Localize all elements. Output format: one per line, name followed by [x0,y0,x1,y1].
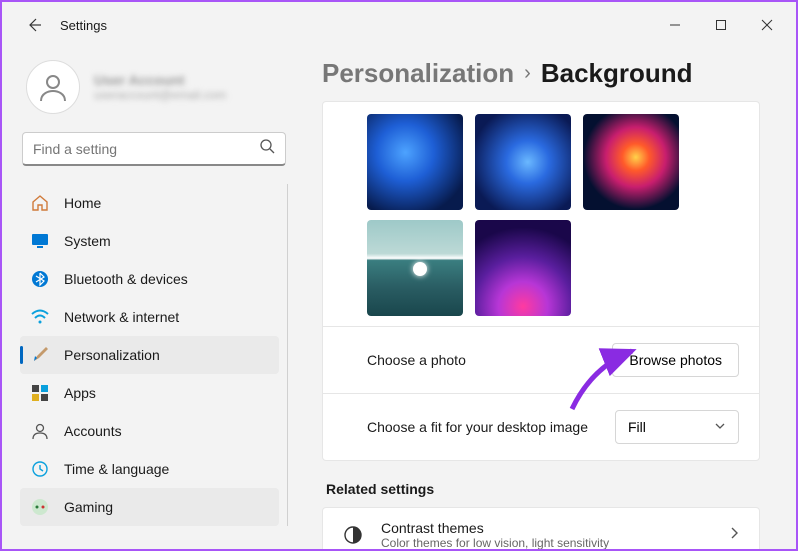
wallpaper-thumbnail[interactable] [367,114,463,210]
fit-value: Fill [628,419,646,435]
sidebar-item-personalization[interactable]: Personalization [20,336,279,374]
title-bar: Settings [2,2,796,48]
wifi-icon [30,307,50,327]
accounts-icon [30,421,50,441]
back-button[interactable] [16,7,52,43]
wallpaper-thumbnail[interactable] [475,114,571,210]
search-box[interactable] [22,132,286,166]
avatar [26,60,80,114]
clock-icon [30,459,50,479]
paintbrush-icon [30,345,50,365]
wallpaper-thumbnail[interactable] [367,220,463,316]
sidebar: User Account useraccount@email.com Home … [2,48,302,549]
contrast-title: Contrast themes [381,520,609,536]
close-button[interactable] [744,9,790,41]
sidebar-item-time[interactable]: Time & language [20,450,279,488]
sidebar-item-accounts[interactable]: Accounts [20,412,279,450]
home-icon [30,193,50,213]
sidebar-item-label: Personalization [64,347,160,363]
account-block[interactable]: User Account useraccount@email.com [20,56,288,128]
sidebar-item-home[interactable]: Home [20,184,279,222]
chevron-down-icon [714,419,726,435]
chevron-right-icon: › [524,62,531,85]
account-name: User Account [94,72,226,88]
gaming-icon [30,497,50,517]
person-icon [37,71,69,103]
choose-fit-row: Choose a fit for your desktop image Fill [323,393,759,460]
sidebar-item-apps[interactable]: Apps [20,374,279,412]
contrast-subtitle: Color themes for low vision, light sensi… [381,536,609,549]
wallpaper-thumbnails [323,102,759,220]
chevron-right-icon [727,526,741,545]
sidebar-item-bluetooth[interactable]: Bluetooth & devices [20,260,279,298]
arrow-left-icon [26,17,42,33]
sidebar-item-label: Apps [64,385,96,401]
system-icon [30,231,50,251]
wallpaper-thumbnail[interactable] [583,114,679,210]
minimize-button[interactable] [652,9,698,41]
choose-photo-row: Choose a photo Browse photos [323,326,759,393]
sidebar-item-label: Accounts [64,423,122,439]
fit-dropdown[interactable]: Fill [615,410,739,444]
bluetooth-icon [30,269,50,289]
main-content: Personalization › Background Choose a ph… [302,48,796,549]
maximize-icon [715,19,727,31]
nav-list: Home System Bluetooth & devices Network … [20,184,288,526]
background-panel: Choose a photo Browse photos Choose a fi… [322,101,760,461]
sidebar-item-label: Network & internet [64,309,179,325]
page-title: Background [541,58,693,89]
wallpaper-thumbnails [323,220,759,326]
close-icon [761,19,773,31]
sidebar-item-label: Home [64,195,101,211]
apps-icon [30,383,50,403]
breadcrumb: Personalization › Background [322,58,760,89]
contrast-icon [341,523,365,547]
window-title: Settings [60,18,107,33]
sidebar-item-label: Time & language [64,461,169,477]
sidebar-item-gaming[interactable]: Gaming [20,488,279,526]
sidebar-item-label: System [64,233,111,249]
breadcrumb-parent[interactable]: Personalization [322,58,514,89]
choose-fit-label: Choose a fit for your desktop image [367,419,603,435]
search-input[interactable] [33,141,259,157]
sidebar-item-system[interactable]: System [20,222,279,260]
maximize-button[interactable] [698,9,744,41]
sidebar-item-label: Gaming [64,499,113,515]
window-controls [652,9,790,41]
contrast-themes-card[interactable]: Contrast themes Color themes for low vis… [322,507,760,549]
search-icon [259,138,275,159]
choose-photo-label: Choose a photo [367,352,600,368]
sidebar-item-network[interactable]: Network & internet [20,298,279,336]
sidebar-item-label: Bluetooth & devices [64,271,188,287]
related-settings-heading: Related settings [326,481,760,497]
browse-photos-button[interactable]: Browse photos [612,343,739,377]
wallpaper-thumbnail[interactable] [475,220,571,316]
minimize-icon [669,19,681,31]
account-email: useraccount@email.com [94,88,226,102]
